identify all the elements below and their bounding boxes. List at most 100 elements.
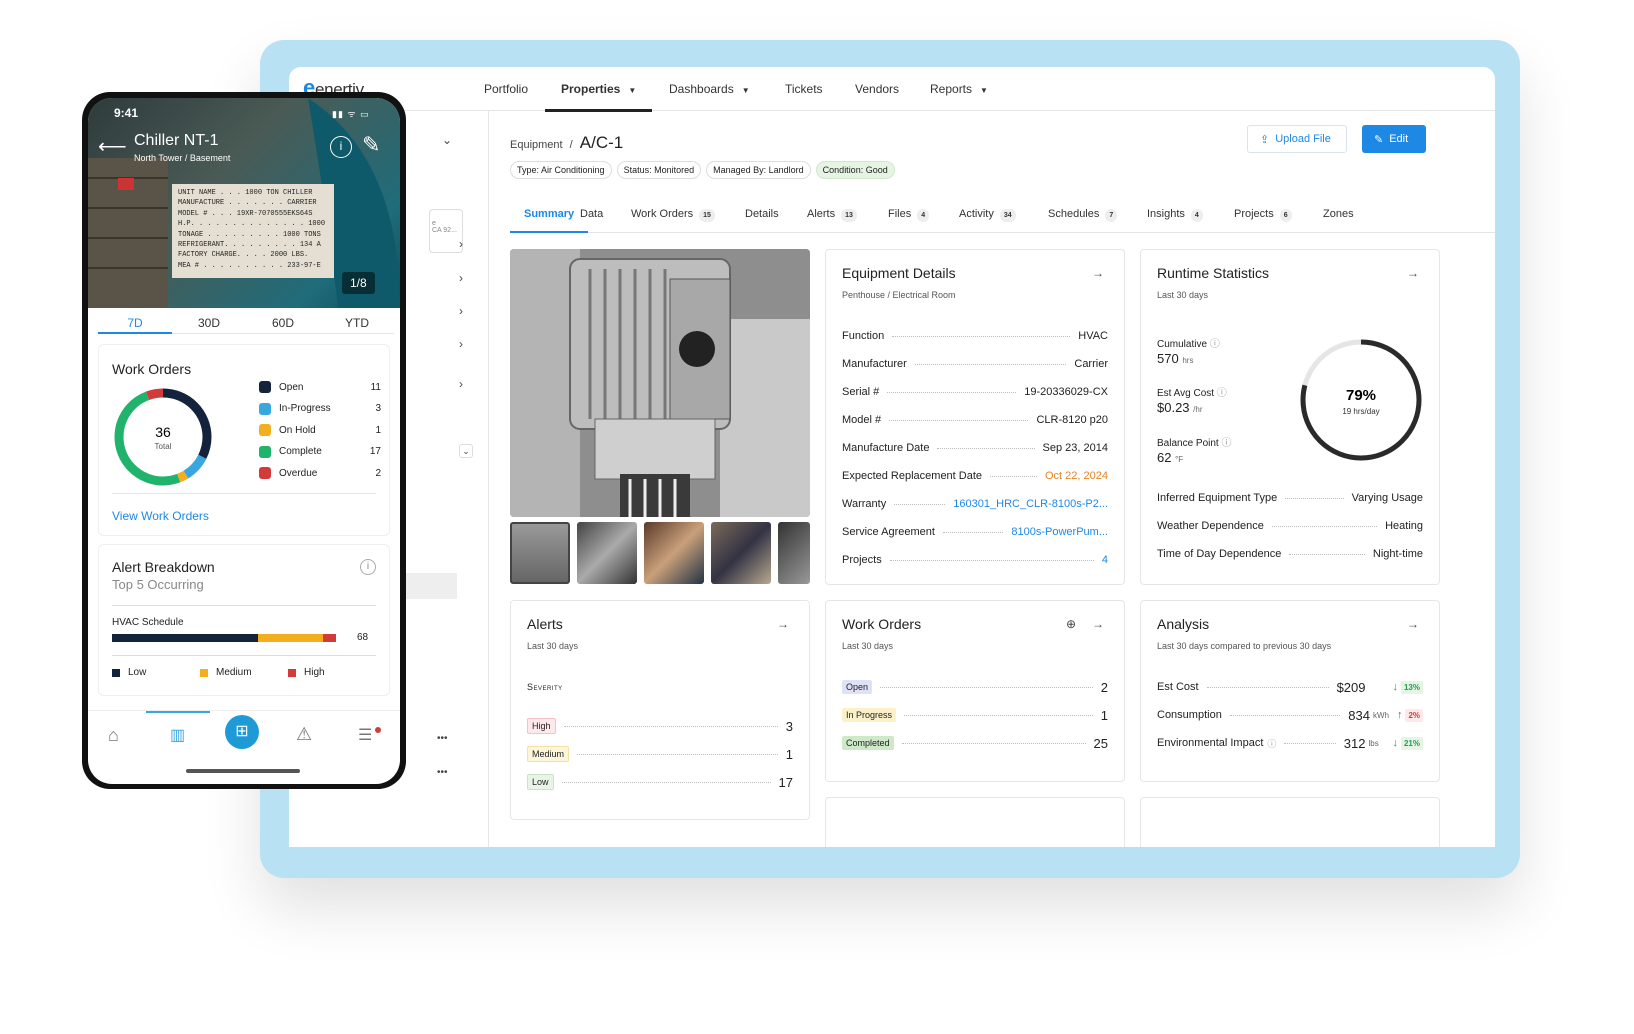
- nav-tickets[interactable]: Tickets: [785, 67, 823, 111]
- arrow-right-icon[interactable]: →: [777, 617, 789, 631]
- severity-row[interactable]: High 3: [527, 718, 793, 734]
- segment-30d[interactable]: 30D: [172, 316, 246, 330]
- info-icon[interactable]: i: [330, 136, 352, 158]
- nav-reports[interactable]: Reports ▼: [930, 67, 988, 111]
- schedule-label: HVAC Schedule: [112, 617, 184, 628]
- segment-ytd[interactable]: YTD: [320, 316, 394, 330]
- change-badge: 21%: [1400, 736, 1423, 750]
- chevron-down-icon[interactable]: ⌄: [459, 444, 473, 458]
- arrow-right-icon[interactable]: →: [1407, 617, 1419, 631]
- tab-summary[interactable]: Summary: [510, 195, 589, 233]
- chevron-down-icon[interactable]: ⌄: [442, 133, 452, 147]
- view-work-orders-link[interactable]: View Work Orders: [112, 509, 209, 523]
- property-select[interactable]: e CA 92...: [429, 209, 463, 253]
- equipment-hero-photo[interactable]: UNIT NAME . . . 1000 TON CHILLER MANUFAC…: [88, 98, 400, 308]
- tab-activity[interactable]: Activity 34: [959, 195, 1016, 233]
- card-placeholder: [1140, 797, 1440, 847]
- chevron-right-icon[interactable]: ›: [459, 377, 463, 391]
- more-icon[interactable]: •••: [437, 767, 448, 778]
- analysis-card: Analysis Last 30 days compared to previo…: [1140, 600, 1440, 782]
- tag: Type: Air Conditioning: [510, 161, 612, 179]
- schedule-value: 68: [357, 632, 369, 643]
- arrow-right-icon[interactable]: →: [1407, 266, 1419, 280]
- thumbnail[interactable]: [510, 522, 570, 584]
- detail-row: Model # CLR-8120 p20: [842, 414, 1108, 426]
- legend-item: In-Progress 3: [259, 402, 381, 415]
- detail-row: Manufacture Date Sep 23, 2014: [842, 442, 1108, 454]
- tab-files[interactable]: Files 4: [888, 195, 930, 233]
- severity-label: Severity: [527, 682, 563, 692]
- nav-vendors[interactable]: Vendors: [855, 67, 899, 111]
- home-icon[interactable]: ⌂: [108, 725, 119, 746]
- arrow-right-icon[interactable]: →: [1092, 617, 1104, 631]
- stat-label: Est Avg Cost: [1157, 388, 1215, 399]
- status-row[interactable]: Open 2: [842, 680, 1108, 695]
- count-badge: 13: [841, 209, 857, 222]
- thumbnail[interactable]: [711, 522, 771, 584]
- status-icons: ▮▮ ᯤ ▭: [332, 109, 370, 119]
- pencil-icon: ✎: [1374, 133, 1384, 146]
- equipment-photo[interactable]: [510, 249, 810, 517]
- chevron-right-icon[interactable]: ›: [459, 304, 463, 318]
- upload-file-button[interactable]: ⇪ Upload File: [1247, 125, 1347, 153]
- tab-work-orders[interactable]: Work Orders 15: [631, 195, 715, 233]
- tab-insights[interactable]: Insights 4: [1147, 195, 1203, 233]
- thumbnail[interactable]: [778, 522, 810, 584]
- back-arrow-icon[interactable]: ⟵: [98, 134, 127, 159]
- legend-item: Overdue 2: [259, 467, 381, 479]
- info-icon: ⓘ: [1216, 388, 1227, 399]
- equipment-location: North Tower / Basement: [134, 153, 231, 163]
- count-badge: 4: [1190, 209, 1203, 222]
- thumbnail[interactable]: [644, 522, 704, 584]
- tab-projects[interactable]: Projects 6: [1234, 195, 1292, 233]
- edit-button[interactable]: ✎ Edit: [1362, 125, 1426, 153]
- arrow-down-icon: ↓: [1392, 681, 1398, 693]
- severity-row[interactable]: Low 17: [527, 774, 793, 790]
- analysis-row: Consumption 834 kWh ↑ 2%: [1157, 708, 1423, 723]
- caret-down-icon: ▼: [980, 86, 988, 95]
- info-icon: ⓘ: [1267, 738, 1277, 749]
- card-subtitle: Last 30 days: [1157, 290, 1209, 300]
- divider: [112, 605, 376, 606]
- stat-value: 62: [1157, 450, 1172, 465]
- segment-60d[interactable]: 60D: [246, 316, 320, 330]
- card-subtitle: Penthouse / Electrical Room: [842, 290, 956, 300]
- status-row[interactable]: Completed 25: [842, 736, 1108, 751]
- card-subtitle: Last 30 days: [527, 641, 579, 651]
- info-icon[interactable]: i: [360, 559, 376, 575]
- tab-data[interactable]: Data: [580, 195, 603, 233]
- card-title: Work Orders: [842, 616, 922, 632]
- thumbnail[interactable]: [577, 522, 637, 584]
- add-circle-icon[interactable]: ⊕: [1066, 617, 1076, 631]
- caret-down-icon: ▼: [628, 86, 637, 95]
- tab-alerts[interactable]: Alerts 13: [807, 195, 857, 233]
- tab-details[interactable]: Details: [745, 195, 779, 233]
- arrow-right-icon[interactable]: →: [1092, 266, 1104, 280]
- breadcrumb-parent[interactable]: Equipment: [510, 139, 563, 151]
- nav-portfolio[interactable]: Portfolio: [484, 67, 528, 111]
- donut-total: 36: [155, 424, 171, 440]
- chevron-right-icon[interactable]: ›: [459, 237, 463, 251]
- tab-zones[interactable]: Zones: [1323, 195, 1354, 233]
- nav-dashboards[interactable]: Dashboards ▼: [669, 67, 750, 111]
- severity-row[interactable]: Medium 1: [527, 746, 793, 762]
- nav-properties[interactable]: Properties ▼: [545, 67, 653, 112]
- phone-screen: UNIT NAME . . . 1000 TON CHILLER MANUFAC…: [88, 98, 400, 784]
- qr-scan-icon[interactable]: ⊞: [225, 715, 259, 749]
- detail-row: Function HVAC: [842, 330, 1108, 342]
- pencil-icon[interactable]: ✎: [362, 132, 380, 158]
- segment-7d[interactable]: 7D: [98, 316, 172, 334]
- gauge-value: 79%: [1346, 387, 1376, 404]
- more-icon[interactable]: •••: [437, 733, 448, 744]
- warning-icon[interactable]: ⚠: [296, 724, 312, 745]
- breadcrumb: Equipment / A/C-1: [510, 133, 624, 152]
- tab-schedules[interactable]: Schedules 7: [1048, 195, 1118, 233]
- chevron-right-icon[interactable]: ›: [459, 271, 463, 285]
- status-row[interactable]: In Progress 1: [842, 708, 1108, 723]
- chevron-right-icon[interactable]: ›: [459, 337, 463, 351]
- stat-label: Balance Point: [1157, 438, 1219, 449]
- menu-icon[interactable]: ☰: [358, 725, 372, 745]
- alerts-card: Alerts Last 30 days → Severity High 3 Medi…: [510, 600, 810, 820]
- legend-swatch: [112, 668, 120, 677]
- building-icon[interactable]: ▥: [170, 725, 185, 745]
